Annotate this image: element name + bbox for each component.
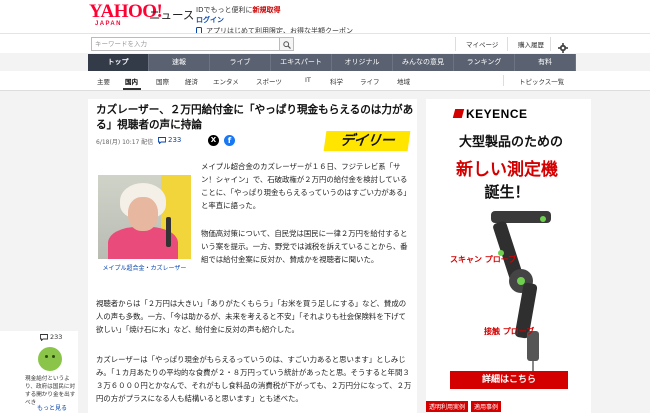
publish-date: 6/18(月) 10:17 配信 — [96, 139, 154, 146]
signup-link[interactable]: 新規取得 — [252, 6, 280, 14]
gear-icon — [558, 43, 568, 53]
measuring-arm-illustration — [491, 211, 551, 371]
category-economy[interactable]: 経済 — [185, 76, 198, 86]
ad-tag[interactable]: 透明利用実例 — [426, 401, 469, 412]
article: カズレーザー、２万円給付金に「やっぱり現金もらえるのは力がある」視聴者の声に持論… — [88, 99, 417, 413]
header: YAHOO! JAPAN ニュース IDでもっと便利に新規取得 ログイン アプリ… — [0, 0, 650, 36]
comment-count: 233 — [168, 136, 182, 144]
ad-tag[interactable]: 適用事例 — [471, 401, 502, 412]
divider — [550, 37, 551, 51]
header-message: IDでもっと便利に新規取得 ログイン アプリはじめて利用限定、お得な半額クーポン — [196, 5, 353, 36]
rail-count-text: 233 — [50, 333, 63, 341]
category-science[interactable]: 科学 — [330, 76, 343, 86]
search-input[interactable]: キーワードを入力 — [91, 37, 280, 51]
ad-headline-2: 新しい測定機 — [456, 160, 558, 180]
nav-top[interactable]: トップ — [88, 54, 149, 71]
login-link[interactable]: ログイン — [196, 16, 224, 24]
category-life[interactable]: ライフ — [360, 76, 380, 86]
article-paragraph-1: メイプル超合金のカズレーザーが１６日、フジテレビ系「サン！シャイン」で、石破政権… — [201, 162, 411, 210]
mypage-link[interactable]: マイページ — [466, 39, 498, 49]
category-region[interactable]: 地域 — [397, 76, 410, 86]
user-avatar-icon — [38, 347, 62, 371]
category-sports[interactable]: スポーツ — [256, 76, 282, 86]
nav-paid[interactable]: 有料 — [515, 54, 576, 71]
ad-label-scan-probe: スキャン プローブ — [450, 255, 517, 264]
source-logo[interactable]: デイリー — [323, 131, 411, 151]
article-paragraph-3: 視聴者からは「２万円は大きい」「ありがたくもらう」「お米を買う足しにする」など、… — [96, 299, 407, 334]
nav-ranking[interactable]: ランキング — [454, 54, 515, 71]
article-title: カズレーザー、２万円給付金に「やっぱり現金もらえるのは力がある」視聴者の声に持論 — [96, 104, 414, 131]
nav-live[interactable]: ライブ — [210, 54, 271, 71]
advertisement[interactable]: KEYENCE 大型製品のための 新しい測定機 誕生！ スキャン プローブ 接触… — [426, 99, 591, 413]
purchase-history-link[interactable]: 購入履歴 — [518, 39, 544, 49]
category-it[interactable]: IT — [305, 76, 311, 84]
nav-original[interactable]: オリジナル — [332, 54, 393, 71]
divider — [455, 37, 456, 51]
more-comments-link[interactable]: もっと見る — [37, 403, 67, 412]
photo-subject-face — [128, 197, 158, 231]
topics-list-link[interactable]: トピックス一覧 — [519, 76, 564, 86]
divider — [503, 75, 504, 86]
ad-headline-1: 大型製品のための — [458, 135, 563, 150]
comment-rail: 233 現金給付というより、政府は国民に対する開かり金を出すべき もっと見る — [0, 331, 78, 413]
ad-label-contact-probe: 接触 プローブ — [484, 327, 535, 336]
divider — [507, 37, 508, 51]
article-photo[interactable] — [98, 175, 191, 259]
id-message: IDでもっと便利に — [196, 6, 253, 14]
ad-footer-tags: 透明利用実例 適用事例 — [426, 401, 504, 412]
facebook-share-button[interactable]: f — [224, 135, 235, 146]
search-button[interactable] — [280, 37, 294, 51]
comment-icon — [40, 333, 48, 341]
category-major[interactable]: 主要 — [97, 76, 110, 86]
article-paragraph-4: カズレーザーは「やっぱり現金がもらえるっていうのは、すごい力あると思います」とし… — [96, 355, 412, 403]
comment-count-link[interactable]: 233 — [158, 136, 181, 144]
ad-brand-logo: KEYENCE — [466, 107, 528, 121]
facebook-icon: f — [227, 136, 232, 145]
photo-caption[interactable]: メイプル超合金・カズレーザー — [98, 263, 191, 272]
x-icon: X — [210, 136, 217, 144]
main-nav: トップ 速報 ライブ エキスパート オリジナル みんなの意見 ランキング 有料 — [88, 54, 576, 71]
x-share-button[interactable]: X — [208, 135, 219, 146]
search-bar: キーワードを入力 マイページ 購入履歴 — [0, 33, 650, 53]
rail-comment-count[interactable]: 233 — [40, 333, 62, 341]
nav-breaking[interactable]: 速報 — [149, 54, 210, 71]
search-icon — [283, 41, 291, 49]
page: YAHOO! JAPAN ニュース IDでもっと便利に新規取得 ログイン アプリ… — [0, 0, 650, 413]
category-international[interactable]: 国際 — [156, 76, 169, 86]
nav-opinions[interactable]: みんなの意見 — [393, 54, 454, 71]
comment-icon — [158, 136, 166, 144]
active-category-indicator — [123, 88, 141, 90]
category-nav: 主要 国内 国際 経済 エンタメ スポーツ IT 科学 ライフ 地域 トピックス… — [0, 71, 650, 91]
service-name[interactable]: ニュース — [149, 7, 194, 23]
category-domestic[interactable]: 国内 — [125, 76, 138, 86]
nav-expert[interactable]: エキスパート — [271, 54, 332, 71]
ad-details-button[interactable]: 詳細はこちら — [450, 371, 568, 389]
article-paragraph-2: 物価高対策について、自民党は国民に一律２万円を給付するという案を提示。一方、野党… — [201, 229, 408, 264]
photo-microphone — [166, 217, 171, 247]
category-entertainment[interactable]: エンタメ — [213, 76, 239, 86]
ad-headline-3: 誕生！ — [484, 183, 530, 201]
